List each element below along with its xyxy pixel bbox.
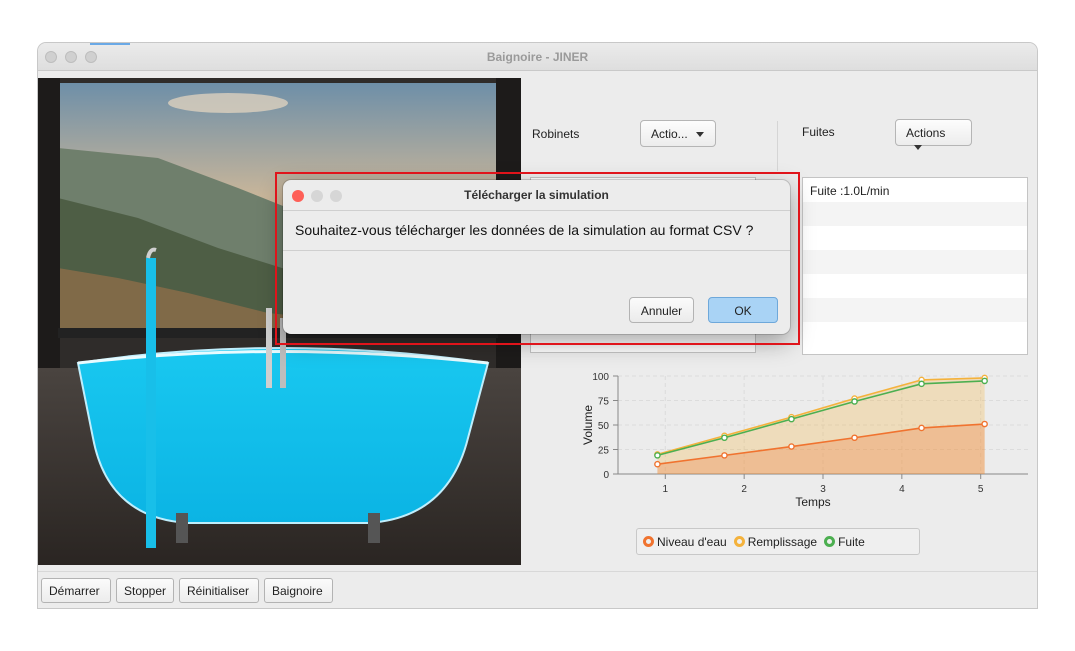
y-tick-label: 50 (598, 421, 610, 432)
legend-label: Remplissage (747, 534, 818, 549)
data-point (788, 443, 795, 450)
x-tick-label: 4 (899, 484, 905, 495)
highlight-box (275, 172, 800, 345)
bottom-toolbar: Démarrer Stopper Réinitialiser Baignoire (38, 571, 1037, 608)
circle-icon (824, 536, 836, 547)
data-point (918, 424, 925, 432)
list-item[interactable]: Fuite :1.0L/min (803, 178, 1027, 202)
data-point (788, 415, 795, 423)
y-tick-label: 0 (603, 470, 609, 481)
legend-item-niveau: Niveau d'eau (643, 535, 727, 549)
legend-item-remplissage: Remplissage (733, 534, 818, 549)
chart-legend: Niveau d'eau Remplissage Fuite (636, 528, 920, 555)
fuites-list[interactable]: Fuite :1.0L/min (802, 177, 1028, 355)
data-point (721, 434, 728, 442)
x-tick-label: 5 (978, 484, 984, 495)
chevron-down-icon (695, 132, 704, 138)
reset-button[interactable]: Réinitialiser (179, 578, 259, 603)
fuites-actions-label: Actions (906, 126, 946, 140)
data-point (981, 377, 988, 385)
x-tick-label: 3 (820, 484, 826, 495)
panel-separator (777, 121, 778, 171)
x-axis-label: Temps (795, 495, 830, 509)
data-point (851, 398, 858, 405)
legend-item-fuite: Fuite (824, 535, 865, 549)
title-bar[interactable]: Baignoire - JINER (38, 43, 1037, 71)
x-tick-label: 1 (663, 484, 669, 495)
robinets-actions-button[interactable]: Actio... (640, 120, 716, 147)
focus-accent (90, 43, 130, 45)
window-title: Baignoire - JINER (486, 50, 589, 64)
data-point (721, 452, 728, 459)
robinets-label: Robinets (532, 127, 580, 141)
list-item[interactable] (803, 226, 1027, 250)
data-point (654, 452, 661, 459)
fuites-label: Fuites (802, 125, 835, 139)
data-point (981, 420, 988, 428)
stop-button[interactable]: Stopper (116, 578, 174, 603)
y-tick-label: 75 (598, 397, 610, 408)
data-point (918, 380, 925, 388)
circle-icon (643, 536, 654, 547)
circle-icon (733, 536, 745, 547)
fuites-actions-button[interactable]: Actions (895, 119, 972, 151)
bathtub-button[interactable]: Baignoire (264, 578, 333, 603)
list-item[interactable] (803, 250, 1027, 274)
list-item[interactable] (803, 274, 1027, 298)
list-item[interactable] (803, 202, 1027, 226)
data-point (851, 434, 858, 442)
volume-chart: 0 25 50 75 100 1 2 3 4 5 Temps Volume (581, 372, 1028, 509)
x-tick-label: 2 (741, 484, 747, 495)
data-point (654, 460, 661, 468)
robinets-actions-label: Actio... (651, 127, 688, 141)
start-button[interactable]: Démarrer (41, 578, 111, 603)
legend-label: Fuite (838, 534, 865, 549)
y-tick-label: 25 (598, 446, 610, 457)
list-item[interactable] (803, 322, 1027, 346)
legend-label: Niveau d'eau (657, 534, 727, 549)
y-axis-label: Volume (581, 405, 595, 445)
list-item[interactable] (803, 298, 1027, 322)
chevron-down-icon (914, 145, 922, 151)
y-tick-label: 100 (592, 372, 609, 383)
